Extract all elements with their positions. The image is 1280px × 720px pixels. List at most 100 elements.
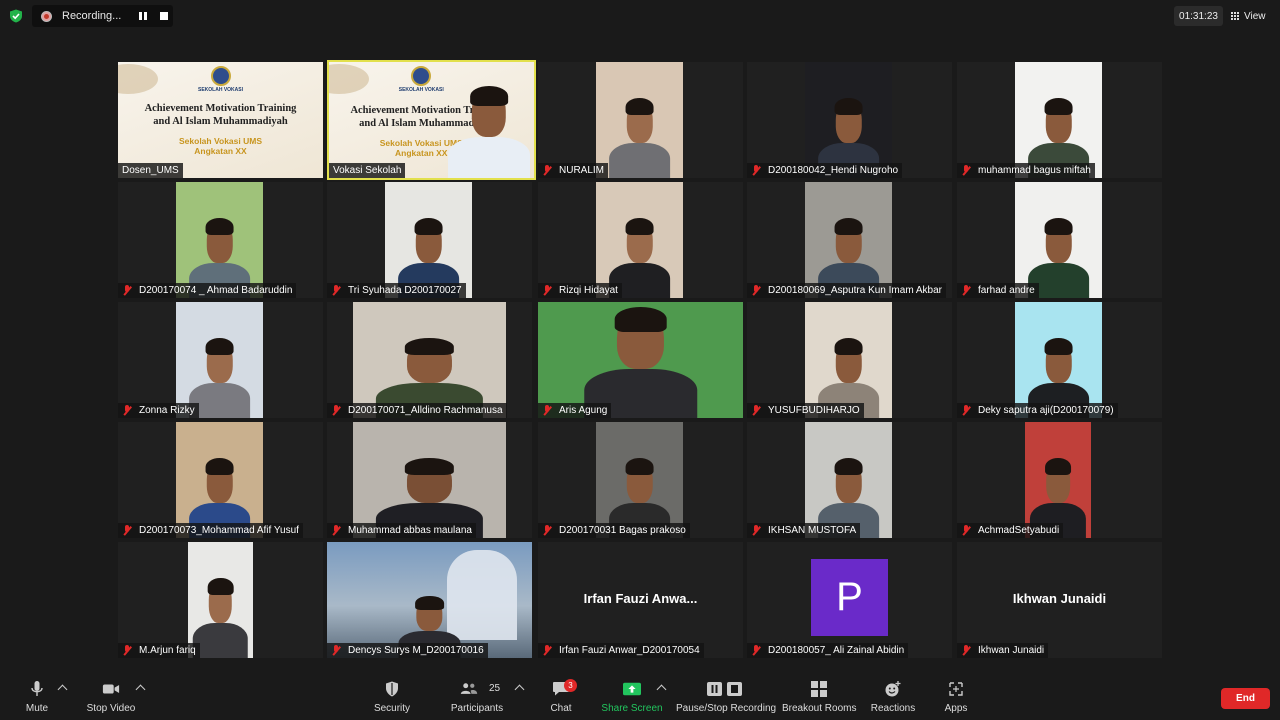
- recording-indicator: Recording...: [32, 5, 173, 27]
- breakout-rooms-button[interactable]: Breakout Rooms: [782, 672, 856, 720]
- participant-name-label: D200170031 Bagas prakoso: [538, 523, 690, 538]
- participant-tile[interactable]: YUSUFBUDIHARJO: [747, 302, 952, 418]
- security-button[interactable]: Security: [368, 672, 416, 720]
- participant-tile[interactable]: D200180042_Hendi Nugroho: [747, 62, 952, 178]
- participant-tile[interactable]: AchmadSetyabudi: [957, 422, 1162, 538]
- participants-label: Participants: [450, 703, 504, 714]
- participant-video: [1015, 302, 1102, 418]
- meeting-timer: 01:31:23: [1174, 6, 1223, 26]
- mute-button[interactable]: Mute: [14, 672, 60, 720]
- muted-mic-icon: [122, 645, 132, 656]
- participant-name-label: Tri Syuhada D200170027: [327, 283, 466, 298]
- participant-video: [596, 182, 683, 298]
- participant-video: [805, 62, 892, 178]
- participants-icon: [460, 683, 478, 694]
- muted-mic-icon: [751, 165, 761, 176]
- share-screen-label: Share Screen: [601, 703, 663, 714]
- participant-tile[interactable]: D200170071_Alldino Rachmanusa: [327, 302, 532, 418]
- participant-tile[interactable]: Irfan Fauzi Anwa... Irfan Fauzi Anwar_D2…: [538, 542, 743, 658]
- muted-mic-icon: [542, 285, 552, 296]
- participant-video: [176, 422, 263, 538]
- participant-video: [1015, 62, 1102, 178]
- participant-name-label: NURALIM: [538, 163, 609, 178]
- participant-display-name: Ikhwan Junaidi: [1012, 591, 1107, 606]
- muted-mic-icon: [122, 405, 132, 416]
- participant-name-label: D200180057_ Ali Zainal Abidin: [747, 643, 909, 658]
- participant-tile[interactable]: Muhammad abbas maulana: [327, 422, 532, 538]
- participant-name-label: D200180042_Hendi Nugroho: [747, 163, 903, 178]
- reactions-button[interactable]: Reactions: [868, 672, 918, 720]
- participant-video: [385, 182, 472, 298]
- participant-tile[interactable]: Dencys Surys M_D200170016: [327, 542, 532, 658]
- pause-recording-icon[interactable]: [139, 12, 147, 20]
- apps-button[interactable]: Apps: [936, 672, 976, 720]
- muted-mic-icon: [961, 525, 971, 536]
- video-camera-icon: [102, 684, 120, 694]
- participant-name-label: YUSUFBUDIHARJO: [747, 403, 864, 418]
- participant-name-label: Rizqi Hidayat: [538, 283, 622, 298]
- participants-button[interactable]: 25 Participants: [448, 672, 506, 720]
- participant-tile[interactable]: D200170031 Bagas prakoso: [538, 422, 743, 538]
- apps-label: Apps: [944, 703, 968, 714]
- participant-tile[interactable]: D200170073_Mohammad Afif Yusuf: [118, 422, 323, 538]
- recording-label: Recording...: [62, 10, 122, 22]
- participant-tile[interactable]: farhad andre: [957, 182, 1162, 298]
- participant-video: [188, 542, 253, 658]
- chat-button[interactable]: 3 Chat: [540, 672, 582, 720]
- participant-name-label: Dencys Surys M_D200170016: [327, 643, 488, 658]
- participant-tile[interactable]: M.Arjun fariq: [118, 542, 323, 658]
- participant-video: [596, 62, 683, 178]
- view-label: View: [1244, 10, 1266, 22]
- muted-mic-icon: [961, 645, 971, 656]
- participant-tile[interactable]: IKHSAN MUSTOFA: [747, 422, 952, 538]
- participant-name-label: D200170074 _ Ahmad Badaruddin: [118, 283, 297, 298]
- recording-dot-icon: [41, 10, 52, 22]
- participant-tile[interactable]: P D200180057_ Ali Zainal Abidin: [747, 542, 952, 658]
- muted-mic-icon: [751, 525, 761, 536]
- security-label: Security: [373, 703, 411, 714]
- muted-mic-icon: [751, 405, 761, 416]
- participant-name-label: Aris Agung: [538, 403, 612, 418]
- participant-video: [176, 182, 263, 298]
- share-screen-button[interactable]: Share Screen: [600, 672, 664, 720]
- participant-tile[interactable]: Ikhwan Junaidi Ikhwan Junaidi: [957, 542, 1162, 658]
- slide-school: Sekolah Vokasi UMS Angkatan XX: [179, 136, 262, 156]
- breakout-rooms-icon: [811, 681, 827, 697]
- participant-tile[interactable]: D200180069_Asputra Kun Imam Akbar: [747, 182, 952, 298]
- end-meeting-button[interactable]: End: [1221, 688, 1270, 709]
- chat-label: Chat: [550, 703, 572, 714]
- participant-tile[interactable]: Deky saputra aji(D200170079): [957, 302, 1162, 418]
- presenter-video: [447, 85, 530, 178]
- participant-tile[interactable]: Rizqi Hidayat: [538, 182, 743, 298]
- muted-mic-icon: [331, 285, 341, 296]
- participant-tile[interactable]: SEKOLAH VOKASI Achievement Motivation Tr…: [118, 62, 323, 178]
- muted-mic-icon: [542, 405, 552, 416]
- participant-name-label: AchmadSetyabudi: [957, 523, 1064, 538]
- participant-name-label: IKHSAN MUSTOFA: [747, 523, 861, 538]
- shield-icon: [386, 681, 398, 697]
- muted-mic-icon: [542, 165, 552, 176]
- participant-tile-active-speaker[interactable]: SEKOLAH VOKASI Achievement Motivation Tr…: [327, 60, 536, 180]
- participant-tile[interactable]: D200170074 _ Ahmad Badaruddin: [118, 182, 323, 298]
- ums-logo-icon: [411, 66, 432, 86]
- muted-mic-icon: [751, 285, 761, 296]
- participant-tile[interactable]: Zonna Rizky: [118, 302, 323, 418]
- participant-video: [327, 542, 532, 658]
- participant-name-label: Muhammad abbas maulana: [327, 523, 476, 538]
- ums-logo-icon: [210, 66, 231, 86]
- pause-stop-recording-button[interactable]: Pause/Stop Recording: [676, 672, 777, 720]
- stop-video-button[interactable]: Stop Video: [82, 672, 140, 720]
- stop-recording-icon[interactable]: [160, 12, 168, 20]
- muted-mic-icon: [331, 525, 341, 536]
- pause-stop-recording-label: Pause/Stop Recording: [676, 703, 777, 714]
- participant-tile[interactable]: muhammad bagus miftah: [957, 62, 1162, 178]
- participant-name-label: D200170071_Alldino Rachmanusa: [327, 403, 507, 418]
- participant-tile[interactable]: Tri Syuhada D200170027: [327, 182, 532, 298]
- view-button[interactable]: View: [1231, 6, 1266, 26]
- grid-view-icon: [1231, 11, 1240, 21]
- participant-tile[interactable]: NURALIM: [538, 62, 743, 178]
- participants-options-chevron-icon[interactable]: [514, 684, 525, 695]
- participant-count: 25: [489, 683, 501, 694]
- participant-avatar: P: [811, 559, 888, 636]
- participant-tile[interactable]: Aris Agung: [538, 302, 743, 418]
